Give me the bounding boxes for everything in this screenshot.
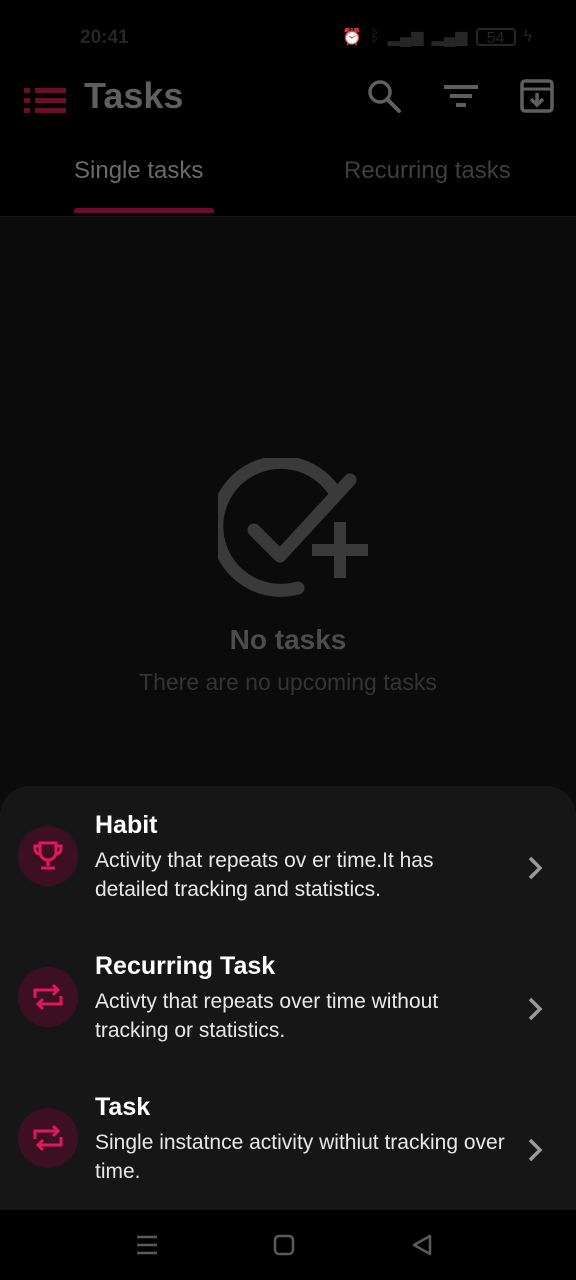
option-title: Task [95, 1093, 151, 1121]
empty-state-title: No tasks [229, 624, 347, 655]
search-icon[interactable] [366, 78, 402, 114]
status-bar: 20:41 ⏰ ᛒ ▂▄▆ ▂▄▆ 54 ϟ [0, 0, 576, 76]
back-icon[interactable] [409, 1232, 435, 1258]
option-habit[interactable]: Habit Activity that repeats ov er time.I… [0, 798, 576, 928]
create-task-sheet: Habit Activity that repeats ov er time.I… [0, 786, 576, 1210]
signal-icon-2: ▂▄▆ [431, 29, 468, 46]
tab-recurring-tasks[interactable]: Recurring tasks [344, 156, 511, 186]
archive-icon[interactable] [519, 78, 555, 114]
option-title: Habit [95, 811, 158, 839]
option-task[interactable]: Task Single instatnce activity withiut t… [0, 1080, 576, 1210]
bluetooth-icon: ᛒ [370, 28, 380, 45]
menu-icon[interactable] [22, 82, 68, 122]
status-icons: ⏰ ᛒ ▂▄▆ ▂▄▆ 54 ϟ [342, 27, 532, 47]
chevron-right-icon [528, 997, 543, 1021]
charging-icon: ϟ [523, 28, 532, 45]
trophy-icon-circle [18, 826, 78, 886]
option-description: Single instatnce activity withiut tracki… [95, 1131, 505, 1183]
option-description: Activty that repeats over time without t… [95, 990, 439, 1042]
trophy-icon [33, 841, 63, 870]
option-title: Recurring Task [95, 952, 276, 980]
app-bar: Tasks [0, 76, 576, 136]
system-nav-bar [0, 1210, 576, 1280]
option-description: Activity that repeats ov er time.It has … [95, 849, 434, 901]
empty-state-subtitle: There are no upcoming tasks [139, 669, 437, 695]
home-icon[interactable] [271, 1232, 297, 1258]
tab-single-tasks[interactable]: Single tasks [74, 156, 203, 186]
add-task-check-icon [218, 458, 368, 597]
screen: 20:41 ⏰ ᛒ ▂▄▆ ▂▄▆ 54 ϟ Tasks Single task… [0, 0, 576, 1280]
repeat-icon [33, 983, 63, 1011]
battery-icon: 54 [475, 28, 516, 47]
status-time: 20:41 [80, 27, 129, 48]
filter-icon[interactable] [443, 78, 479, 114]
option-recurring-task[interactable]: Recurring Task Activty that repeats over… [0, 939, 576, 1069]
repeat-icon [33, 1124, 63, 1152]
chevron-right-icon [528, 856, 543, 880]
alarm-icon: ⏰ [342, 29, 363, 46]
repeat-icon-circle [18, 1108, 78, 1168]
recent-apps-icon[interactable] [134, 1232, 160, 1258]
signal-icon: ▂▄▆ [387, 29, 424, 46]
page-title: Tasks [84, 75, 184, 116]
chevron-right-icon [528, 1138, 543, 1162]
battery-level: 54 [486, 30, 505, 47]
active-tab-indicator [74, 208, 214, 213]
repeat-icon-circle [18, 967, 78, 1027]
tab-bar: Single tasks Recurring tasks [0, 136, 576, 217]
